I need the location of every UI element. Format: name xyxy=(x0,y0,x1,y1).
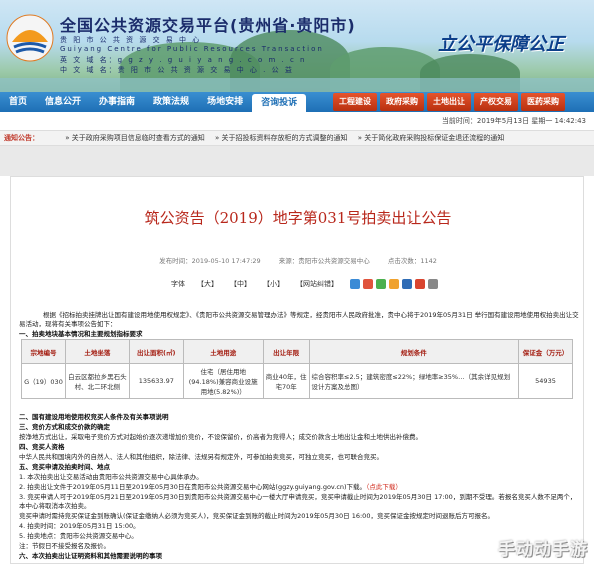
site-subtitle-cn: 贵 阳 市 公 共 资 源 交 易 中 心 xyxy=(60,36,202,44)
table-row: G（19）030 白云区都拉乡黑石头村、北二环北侧 135633.97 住宅（居… xyxy=(21,363,573,399)
weibo-icon[interactable] xyxy=(363,279,373,289)
gray-spacer xyxy=(0,146,594,176)
cell-location: 白云区都拉乡黑石头村、北二环北侧 xyxy=(64,363,130,399)
report-error-link[interactable]: 【网站纠错】 xyxy=(296,279,338,289)
wechat-icon[interactable] xyxy=(376,279,386,289)
nav-category-tabs: 工程建设 政府采购 土地出让 产权交易 医药采购 xyxy=(330,92,565,112)
announcement-panel: 筑公资告（2019）地字第031号拍卖出让公告 发布时间：2019-05-10 … xyxy=(10,176,584,564)
notice-link[interactable]: » 关于简化政府采购投标保证金退还流程的通知 xyxy=(358,134,505,142)
font-size-bar: 字体 【大】 【中】 【小】 【网站纠错】 xyxy=(171,279,441,289)
publish-time: 发布时间：2019-05-10 17:47:29 xyxy=(159,257,261,265)
site-title: 全国公共资源交易平台(贵州省·贵阳市) xyxy=(60,16,356,35)
nav-policy[interactable]: 政策法规 xyxy=(144,92,198,112)
cell-usage: 住宅（居住用地(94.18%)兼容商业设施用地(5.82%)） xyxy=(182,363,264,399)
table-header-row: 宗地编号 土地坐落 出让面积(㎡) 土地用途 出让年限 规划条件 保证金（万元） xyxy=(21,339,573,364)
tab-property[interactable]: 产权交易 xyxy=(474,93,518,111)
site-domain-cn: 中 文 域 名：贵 阳 市 公 共 资 源 交 易 中 心 . 公 益 xyxy=(60,66,294,74)
tencent-icon[interactable] xyxy=(402,279,412,289)
section-3-heading: 三、竞价方式和成交价款的确定 xyxy=(19,423,110,431)
font-label: 字体 xyxy=(171,280,185,288)
announcement-meta: 发布时间：2019-05-10 17:47:29 来源：贵阳市公共资源交易中心 … xyxy=(11,255,585,265)
section-5-item-5: 5. 拍卖地点：贵阳市公共资源交易中心。 xyxy=(19,532,138,540)
announcement-title: 筑公资告（2019）地字第031号拍卖出让公告 xyxy=(144,209,452,227)
section-4-heading: 四、竞买人资格 xyxy=(19,443,65,451)
section-1-heading: 一、拍卖地块基本情况和主要规划指标要求 xyxy=(19,330,143,338)
nav-home[interactable]: 首页 xyxy=(0,92,36,112)
qzone-icon[interactable] xyxy=(389,279,399,289)
cell-term: 商业40年，住宅70年 xyxy=(262,363,310,399)
cell-lot-id: G（19）030 xyxy=(21,363,66,399)
nav-venue[interactable]: 场地安排 xyxy=(198,92,252,112)
section-3-text: 按净地方式出让，采取电子竞价方式对起始价逐次递增加价竞价，不设保留价，价高者为竞… xyxy=(19,433,422,441)
cell-planning: 综合容积率≤2.5；建筑密度≤22%；绿地率≥35%…（其余详见规划设计方案及总… xyxy=(308,363,520,399)
intro-paragraph: 根据《招标拍卖挂牌出让国有建设用地使用权规定》、《贵阳市公共资源交易管理办法》等… xyxy=(19,311,579,328)
notice-link[interactable]: » 关于政府采购项目信息临时查看方式的通知 xyxy=(65,134,205,142)
section-5-item-4: 4. 拍卖时间：2019年05月31日 15:00。 xyxy=(19,522,140,530)
col-usage: 土地用途 xyxy=(182,339,264,364)
cell-area: 135633.97 xyxy=(128,363,184,399)
publish-source: 来源：贵阳市公共资源交易中心 xyxy=(278,257,370,265)
banner-water xyxy=(0,78,594,92)
col-area: 出让面积(㎡) xyxy=(128,339,184,364)
section-2-heading: 二、国有建设用地使用权竞买人条件及有关事项说明 xyxy=(19,413,169,421)
font-small-button[interactable]: 【小】 xyxy=(263,279,284,289)
tab-engineering[interactable]: 工程建设 xyxy=(333,93,377,111)
section-5-item-1: 1. 本次拍卖出让交易活动由贵阳市公共资源交易中心具体承办。 xyxy=(19,473,203,481)
section-5-item-2: 2. 拍卖出让文件于2019年05月11日至2019年05月30日在贵阳市公共资… xyxy=(19,483,402,491)
col-deposit: 保证金（万元） xyxy=(518,339,573,364)
nav-info-public[interactable]: 信息公开 xyxy=(36,92,90,112)
section-5-item-3b: 竞买申请时需持竞买保证金到账确认(保证金缴纳人必须为竞买人)，竞买保证金到账的截… xyxy=(19,512,494,520)
col-lot-id: 宗地编号 xyxy=(21,339,66,364)
section-5-heading: 五、竞买申请及拍卖时间、地点 xyxy=(19,463,110,471)
cell-deposit: 54935 xyxy=(518,363,573,399)
col-planning: 规划条件 xyxy=(308,339,520,364)
col-location: 土地坐落 xyxy=(64,339,130,364)
view-count: 点击次数：1142 xyxy=(387,257,437,265)
site-logo-icon[interactable] xyxy=(6,14,54,62)
site-domain-en: 英 文 域 名：g g z y . g u i y a n g . c o m … xyxy=(60,56,307,64)
nav-guide[interactable]: 办事指南 xyxy=(90,92,144,112)
tab-gov-procurement[interactable]: 政府采购 xyxy=(380,93,424,111)
current-time: 当前时间：2019年5月13日 星期一 14:42:43 xyxy=(441,117,586,125)
notice-label: 通知公告： xyxy=(4,134,39,142)
more-share-icon[interactable] xyxy=(428,279,438,289)
section-5-note: 注：节假日不接受报名及报价。 xyxy=(19,542,110,550)
share-icon[interactable] xyxy=(350,279,360,289)
nav-complaint[interactable]: 咨询投诉 xyxy=(252,94,307,112)
section-6-heading: 六、本次拍卖出让证明资料和其他需要说明的事项 xyxy=(19,552,162,560)
font-medium-button[interactable]: 【中】 xyxy=(230,279,251,289)
section-5-item-3: 3. 竞买申请人可于2019年05月21日至2019年05月30日到贵阳市公共资… xyxy=(19,493,577,510)
renren-icon[interactable] xyxy=(415,279,425,289)
tab-land-transfer[interactable]: 土地出让 xyxy=(427,93,471,111)
lot-table: 宗地编号 土地坐落 出让面积(㎡) 土地用途 出让年限 规划条件 保证金（万元）… xyxy=(21,339,573,399)
notice-link[interactable]: » 关于招投标资料存放柜的方式调整的通知 xyxy=(215,134,348,142)
watermark: 手动动手游 xyxy=(498,540,588,560)
font-large-button[interactable]: 【大】 xyxy=(197,279,218,289)
site-subtitle-en: Guiyang Centre for Public Resources Tran… xyxy=(60,45,324,53)
tab-medical[interactable]: 医药采购 xyxy=(521,93,565,111)
section-4-text: 中华人民共和国境内外的自然人、法人和其他组织，除法律、法规另有规定外，可参加拍卖… xyxy=(19,453,383,461)
banner-slogan: 立公平保障公正 xyxy=(438,34,564,55)
download-link[interactable]: （点此下载） xyxy=(366,483,402,491)
col-term: 出让年限 xyxy=(262,339,310,364)
site-banner: 全国公共资源交易平台(贵州省·贵阳市) 贵 阳 市 公 共 资 源 交 易 中 … xyxy=(0,0,594,92)
notice-bar: 通知公告： » 关于政府采购项目信息临时查看方式的通知 » 关于招投标资料存放柜… xyxy=(0,130,594,146)
